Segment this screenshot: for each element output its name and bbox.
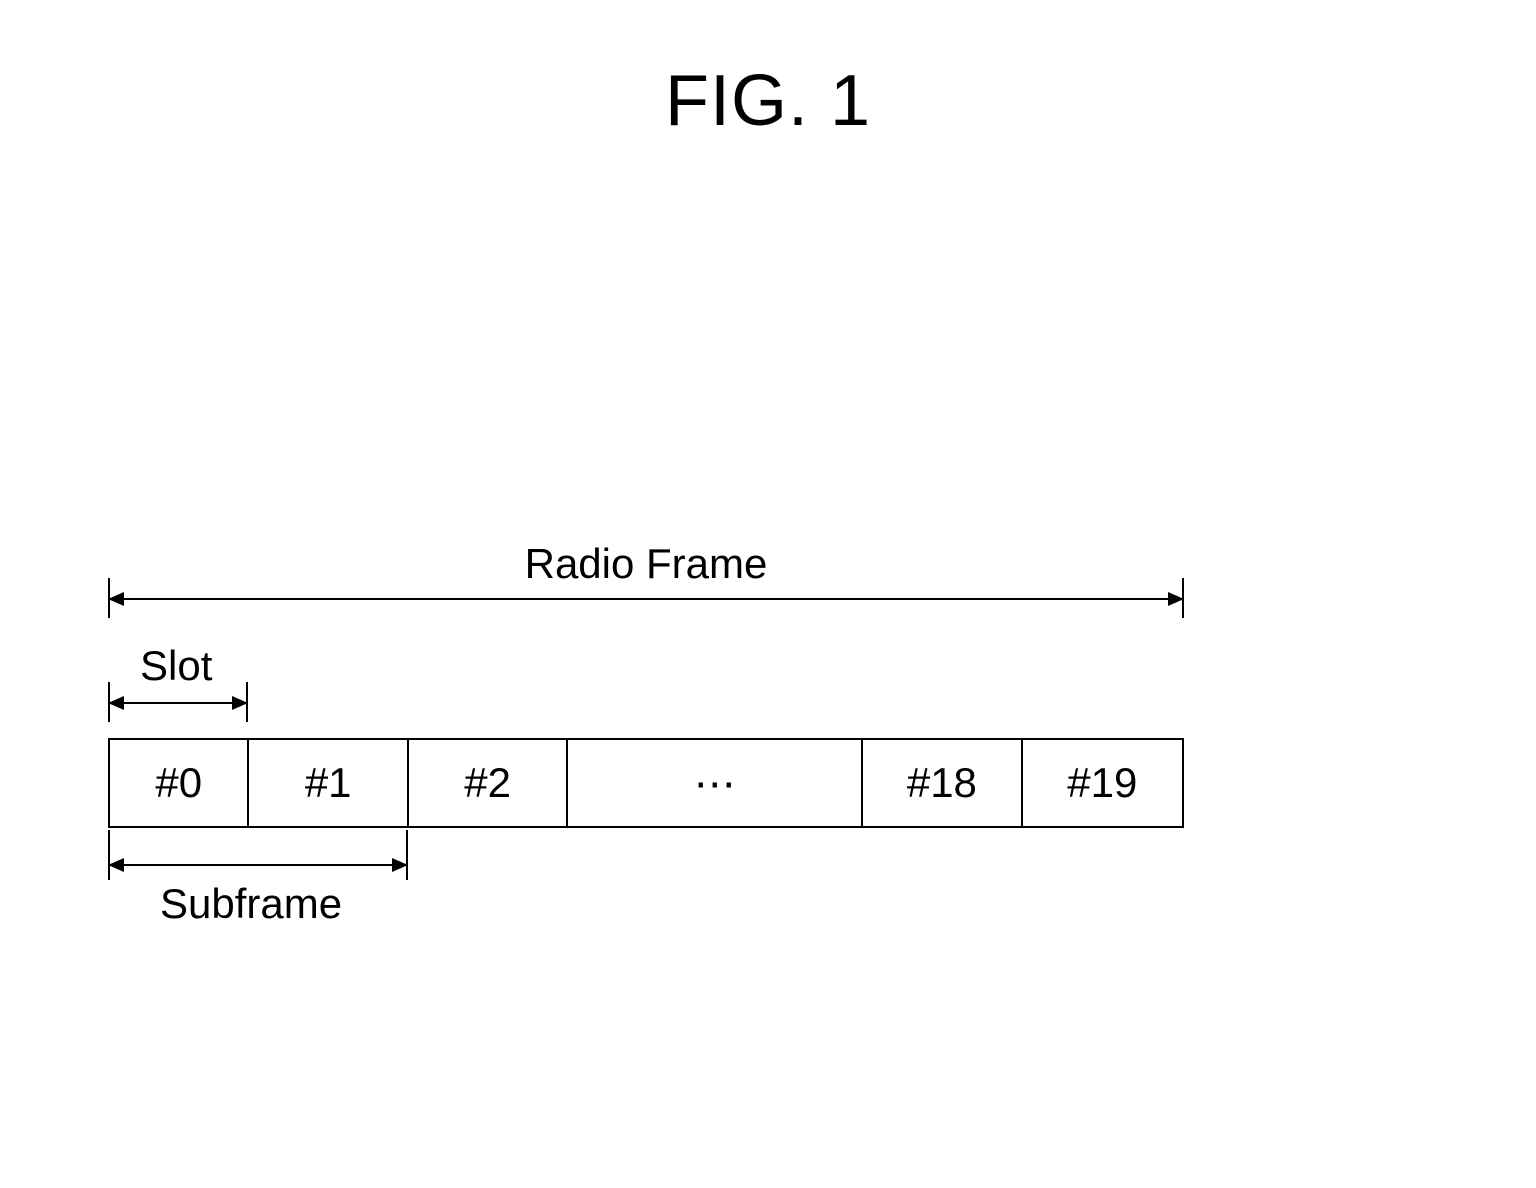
- subframe-tick-left: [108, 830, 110, 880]
- slot-cell-ellipsis: ⋯: [568, 740, 863, 826]
- slot-cell-2: #2: [409, 740, 568, 826]
- subframe-label: Subframe: [160, 880, 342, 928]
- slot-cell-1: #1: [249, 740, 408, 826]
- subframe-tick-right: [406, 830, 408, 880]
- slot-cell-19: #19: [1023, 740, 1182, 826]
- slot-dimension: [108, 702, 248, 704]
- slot-cell-18: #18: [863, 740, 1022, 826]
- slot-cell-0: #0: [110, 740, 249, 826]
- slot-label: Slot: [140, 642, 212, 690]
- radio-frame-label: Radio Frame: [0, 540, 1292, 588]
- slot-row: #0 #1 #2 ⋯ #18 #19: [108, 738, 1184, 828]
- radio-frame-dimension: [108, 598, 1184, 600]
- subframe-dimension: [108, 864, 408, 866]
- figure-title: FIG. 1: [0, 60, 1536, 142]
